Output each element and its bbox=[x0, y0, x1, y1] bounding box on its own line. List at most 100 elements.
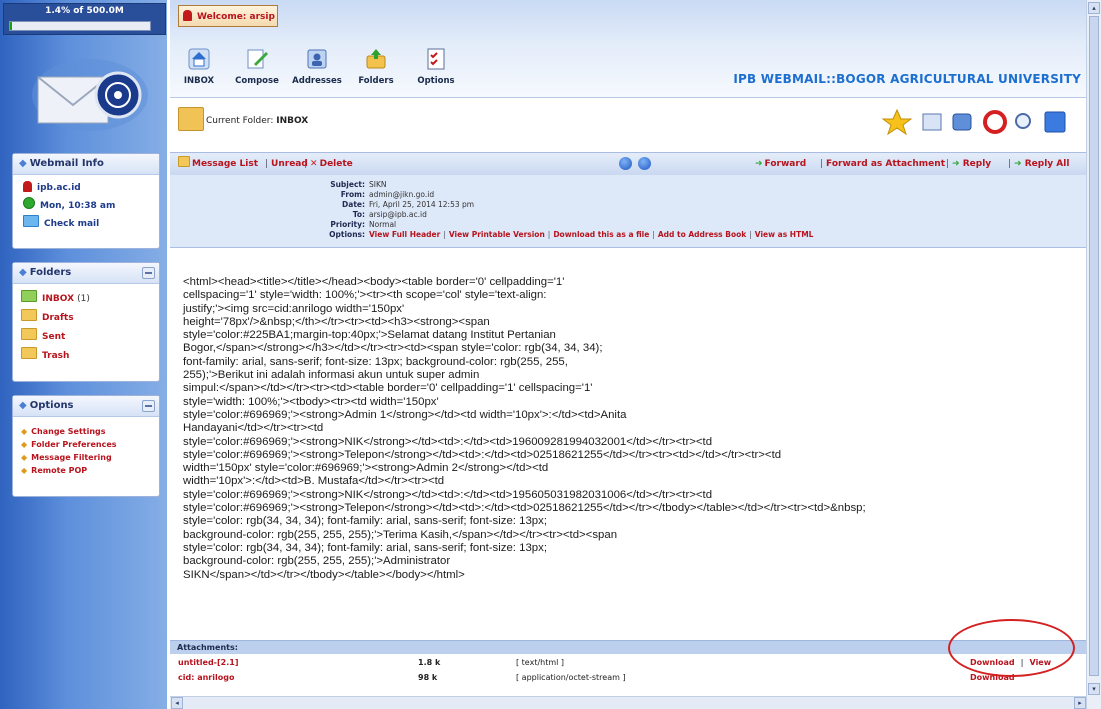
folder-inbox[interactable]: INBOX (1) bbox=[13, 290, 159, 309]
collapse-options-button[interactable] bbox=[142, 400, 155, 412]
attachment-row: untitled-[2.1] 1.8 k [ text/html ] Downl… bbox=[170, 656, 1087, 670]
main-area: Welcome: arsip INBOX Compose Addresses F… bbox=[170, 0, 1087, 709]
highlight-ellipse bbox=[948, 619, 1075, 677]
forward-attachment-link[interactable]: | Forward as Attachment bbox=[817, 153, 945, 175]
previous-message-icon[interactable] bbox=[619, 157, 632, 170]
reply-link[interactable]: | ➜ Reply bbox=[943, 153, 991, 175]
options-panel: ◆ Options ◆ Change Settings ◆ Folder Prefer… bbox=[12, 395, 160, 497]
current-folder-bar: Current Folder: INBOX bbox=[170, 98, 1087, 150]
horizontal-scrollbar[interactable]: ◂ ▸ bbox=[170, 696, 1087, 709]
delete-icon: ✕ bbox=[310, 159, 318, 169]
list-icon bbox=[178, 156, 190, 167]
folder-sent[interactable]: Sent bbox=[13, 328, 159, 347]
message-list-link[interactable]: Message List bbox=[178, 153, 258, 175]
from-row: From: admin@jikn.go.id bbox=[340, 190, 435, 199]
check-mail-link[interactable]: Check mail bbox=[13, 215, 159, 233]
folders-icon bbox=[366, 49, 386, 69]
magnifier-icon bbox=[1015, 113, 1031, 129]
option-change-settings[interactable]: ◆ Change Settings bbox=[13, 425, 159, 438]
folders-panel: ◆ Folders INBOX (1) Drafts Sent Trash bbox=[12, 262, 160, 382]
bullet-icon: ◆ bbox=[19, 267, 27, 278]
view-printable-link[interactable]: View Printable Version bbox=[449, 230, 545, 239]
download-file-link[interactable]: Download this as a file bbox=[553, 230, 649, 239]
nav-folders-button[interactable]: Folders bbox=[346, 48, 406, 86]
message-body-text: <html><head><title></title></head><body>… bbox=[183, 276, 866, 581]
message-toolbar: Message List | Unread | ✕ Delete ➜ Forward |… bbox=[170, 152, 1087, 176]
attachment-row: cid: anrilogo 98 k [ application/octet-s… bbox=[170, 671, 1087, 685]
option-folder-preferences[interactable]: ◆ Folder Preferences bbox=[13, 438, 159, 451]
view-full-header-link[interactable]: View Full Header bbox=[369, 230, 440, 239]
nav-addresses-button[interactable]: Addresses bbox=[287, 48, 347, 86]
nav-options-button[interactable]: Options bbox=[406, 48, 466, 86]
next-message-icon[interactable] bbox=[638, 157, 651, 170]
user-icon bbox=[183, 10, 192, 21]
star-icon bbox=[881, 108, 913, 136]
view-html-link[interactable]: View as HTML bbox=[755, 230, 814, 239]
reply-all-icon: ➜ bbox=[1014, 159, 1022, 169]
inbox-folder-icon bbox=[21, 290, 37, 302]
folder-icon bbox=[21, 328, 37, 340]
addressbook-icon bbox=[307, 49, 327, 69]
bullet-icon: ◆ bbox=[19, 400, 27, 411]
quota-fill bbox=[10, 22, 12, 30]
scroll-thumb[interactable] bbox=[1089, 16, 1099, 676]
webmail-logo bbox=[30, 55, 150, 135]
logout-icon bbox=[1044, 111, 1066, 133]
diamond-icon: ◆ bbox=[21, 440, 28, 449]
attachment-type: [ application/octet-stream ] bbox=[516, 673, 626, 682]
subject-row: Subject: SIKN bbox=[330, 180, 387, 189]
compose-icon bbox=[247, 49, 268, 69]
folder-icon bbox=[21, 347, 37, 359]
folder-drafts[interactable]: Drafts bbox=[13, 309, 159, 328]
option-remote-pop[interactable]: ◆ Remote POP bbox=[13, 464, 159, 477]
scroll-down-button[interactable]: ▾ bbox=[1088, 683, 1100, 695]
folders-header: ◆ Folders bbox=[13, 263, 159, 284]
scroll-up-button[interactable]: ▴ bbox=[1088, 2, 1100, 14]
attachment-size: 1.8 k bbox=[418, 658, 441, 667]
message-body: <html><head><title></title></head><body>… bbox=[170, 248, 1087, 640]
search-folder-icon bbox=[922, 113, 942, 131]
help-icon bbox=[983, 110, 1007, 134]
reply-all-link[interactable]: | ➜ Reply All bbox=[1005, 153, 1069, 175]
delete-link[interactable]: | ✕ Delete bbox=[301, 153, 353, 175]
house-icon bbox=[188, 48, 210, 70]
attachment-name[interactable]: untitled-[2.1] bbox=[178, 656, 238, 670]
current-folder: Current Folder: INBOX bbox=[206, 116, 309, 126]
attachment-size: 98 k bbox=[418, 673, 438, 682]
quota-bar bbox=[9, 21, 151, 31]
diamond-icon: ◆ bbox=[21, 427, 28, 436]
add-address-link[interactable]: Add to Address Book bbox=[658, 230, 746, 239]
forward-link[interactable]: ➜ Forward bbox=[755, 153, 806, 175]
users-icon bbox=[952, 113, 972, 131]
webmail-info-header: ◆ Webmail Info bbox=[13, 154, 159, 175]
message-headers: Subject: SIKN From: admin@jikn.go.id Date:… bbox=[170, 175, 1087, 248]
attachment-name[interactable]: cid: anrilogo bbox=[178, 671, 234, 685]
nav-inbox-button[interactable]: INBOX bbox=[169, 48, 229, 86]
top-header: Welcome: arsip INBOX Compose Addresses F… bbox=[170, 0, 1087, 98]
reply-icon: ➜ bbox=[952, 159, 960, 169]
folder-icon bbox=[21, 309, 37, 321]
forward-icon: ➜ bbox=[755, 159, 763, 169]
collapse-folders-button[interactable] bbox=[142, 267, 155, 279]
mail-icon bbox=[23, 215, 39, 227]
priority-row: Priority: Normal bbox=[330, 220, 397, 229]
quota-meter: 1.4% of 500.0M bbox=[3, 3, 166, 35]
option-message-filtering[interactable]: ◆ Message Filtering bbox=[13, 451, 159, 464]
scroll-right-button[interactable]: ▸ bbox=[1074, 697, 1086, 709]
folder-trash[interactable]: Trash bbox=[13, 347, 159, 366]
date-row: Date: Fri, April 25, 2014 12:53 pm bbox=[342, 200, 475, 209]
welcome-tab: Welcome: arsip bbox=[178, 5, 278, 27]
sidebar: 1.4% of 500.0M ◆ Webmail Info ipb.ac.id M… bbox=[0, 0, 167, 709]
scroll-left-button[interactable]: ◂ bbox=[171, 697, 183, 709]
clock-icon bbox=[23, 197, 35, 209]
nav-compose-button[interactable]: Compose bbox=[227, 48, 287, 86]
diamond-icon: ◆ bbox=[21, 466, 28, 475]
bullet-icon: ◆ bbox=[19, 158, 27, 169]
vertical-scrollbar[interactable]: ▴ ▾ bbox=[1086, 0, 1101, 709]
to-row: To: arsip@ipb.ac.id bbox=[352, 210, 427, 219]
datetime-row: Mon, 10:38 am bbox=[13, 197, 159, 215]
diamond-icon: ◆ bbox=[21, 453, 28, 462]
options-icon bbox=[427, 48, 445, 70]
attachment-type: [ text/html ] bbox=[516, 658, 565, 667]
host-row: ipb.ac.id bbox=[13, 179, 159, 197]
